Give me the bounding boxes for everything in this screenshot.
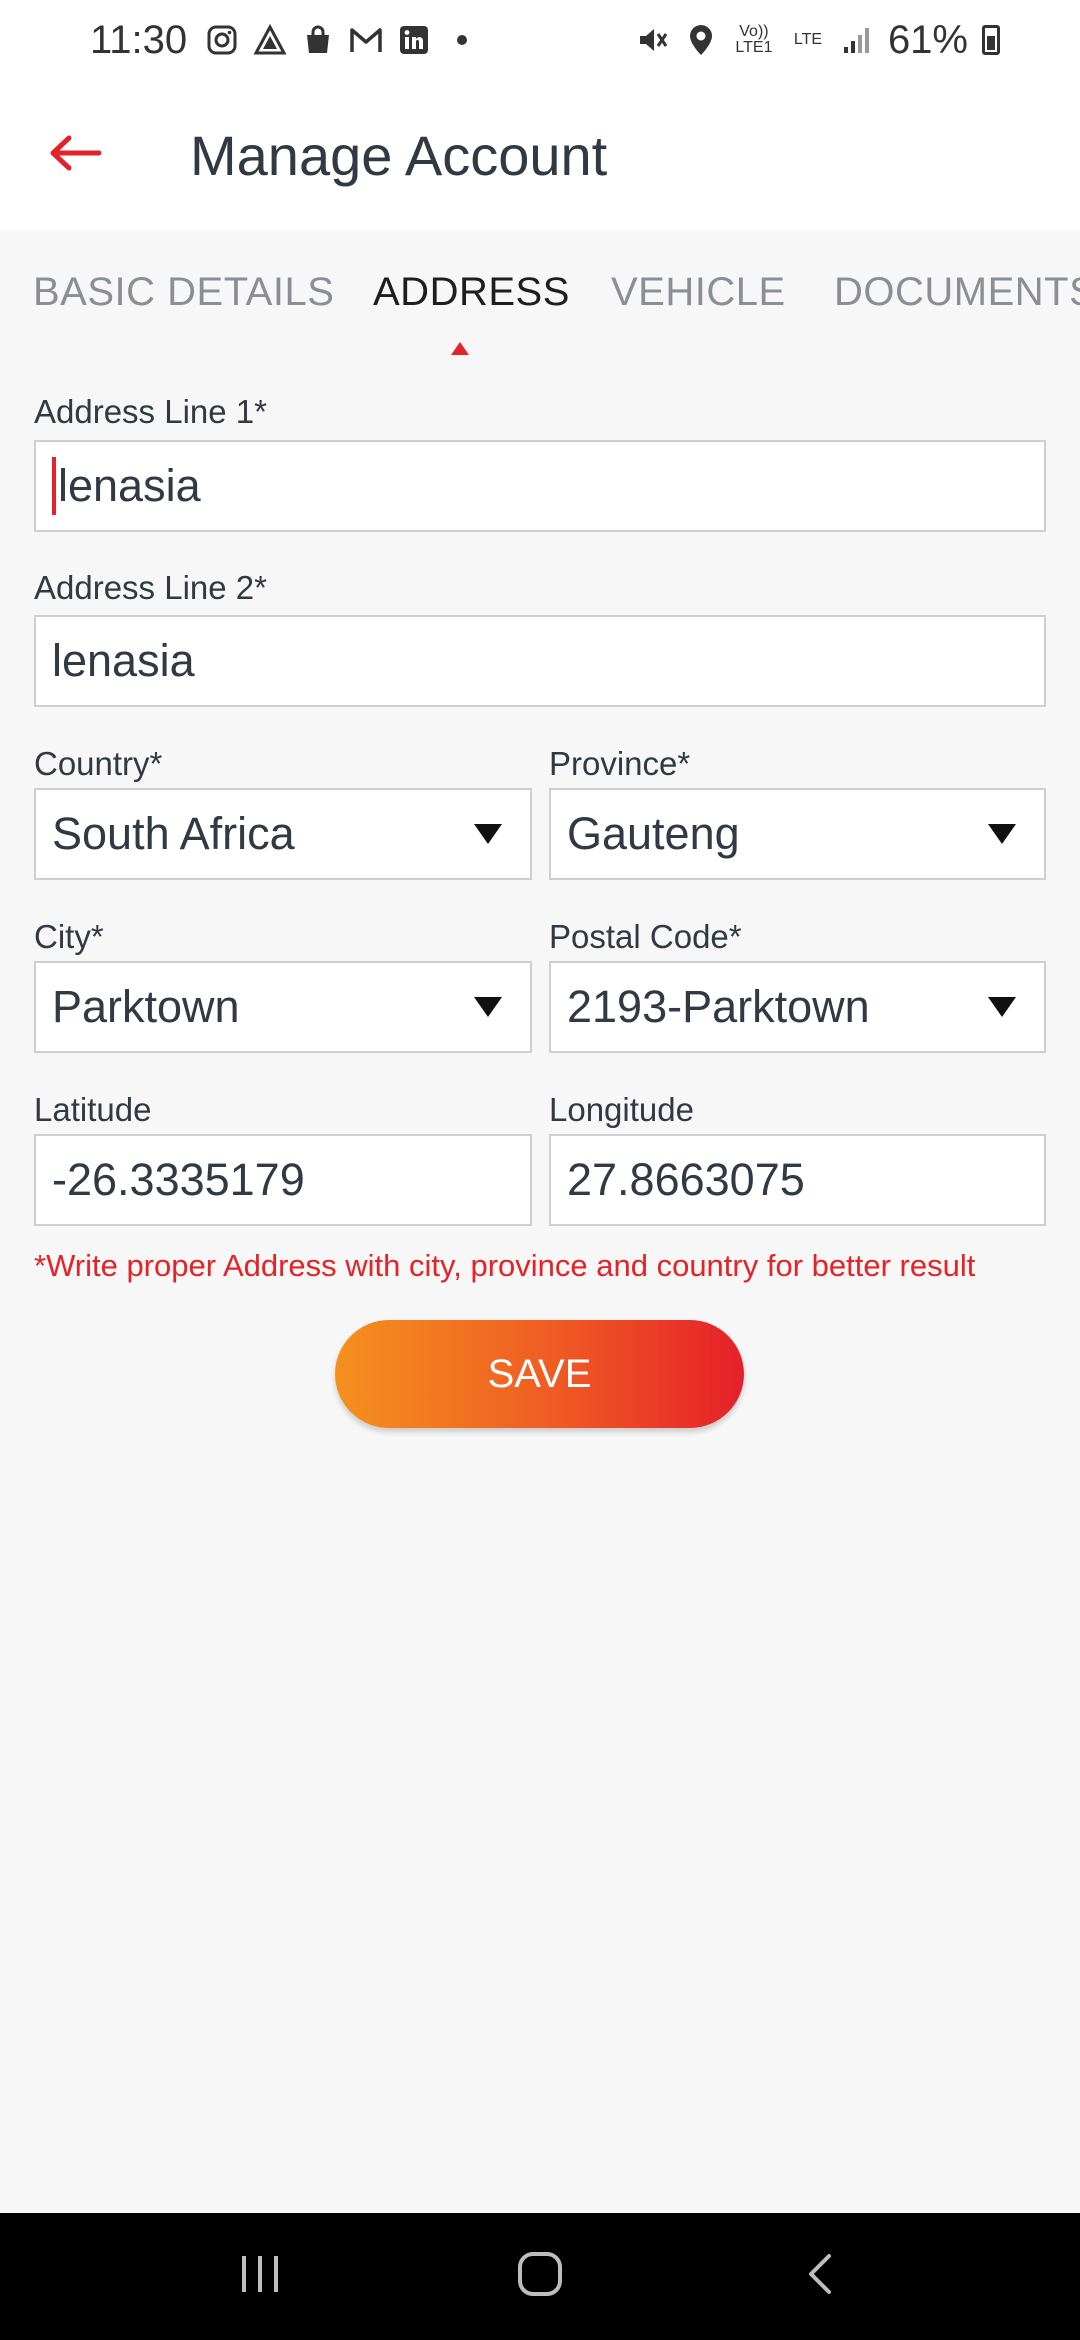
latitude-field[interactable] [34,1134,532,1226]
latitude-input[interactable] [52,1154,530,1206]
notification-icons [205,23,479,57]
instagram-icon [205,23,239,57]
gmail-icon [349,23,383,57]
longitude-field[interactable] [549,1134,1046,1226]
back-icon [805,2252,835,2301]
lte-icon: LTE [793,31,823,48]
tab-basic-details[interactable]: BASIC DETAILS [33,270,334,315]
province-value: Gauteng [567,808,740,859]
volte-icon: Vo)) LTE1 [735,23,773,56]
province-label: Province* [549,745,691,782]
dropdown-arrow-icon [988,824,1016,844]
city-label: City* [34,918,104,955]
location-icon [684,23,718,57]
postal-code-select[interactable]: 2193-Parktown [549,961,1046,1053]
address-line2-label: Address Line 2* [34,569,267,606]
active-tab-indicator [451,342,469,355]
dot-icon [445,23,479,57]
system-nav-bar [0,2213,1080,2340]
address-line1-input[interactable] [58,460,1044,512]
nav-back-button[interactable] [760,2227,880,2327]
arrow-left-icon [47,133,103,178]
app-bar: Manage Account [0,80,1080,230]
country-select[interactable]: South Africa [34,788,532,880]
address-hint: *Write proper Address with city, provinc… [34,1248,976,1283]
postal-code-value: 2193-Parktown [567,981,870,1032]
shopping-bag-icon [301,23,335,57]
latitude-label: Latitude [34,1091,152,1128]
system-icons: Vo)) LTE1 LTE 61% [636,18,1000,63]
battery-icon [982,25,1000,55]
tab-bar: BASIC DETAILS ADDRESS VEHICLE DOCUMENTS [0,230,1080,360]
battery-percent: 61% [887,17,968,62]
tab-vehicle[interactable]: VEHICLE [611,270,786,315]
linkedin-icon [397,23,431,57]
address-line1-field[interactable] [34,440,1046,532]
tab-documents[interactable]: DOCUMENTS [834,270,1080,315]
page-title: Manage Account [190,123,608,187]
longitude-input[interactable] [567,1154,1044,1206]
address-line2-field[interactable] [34,615,1046,707]
recent-apps-button[interactable] [200,2227,320,2327]
mute-icon [636,23,670,57]
address-line2-input[interactable] [52,635,1044,687]
status-bar: 11:30 Vo)) LTE1 LTE 61% [0,0,1080,80]
country-value: South Africa [52,808,295,859]
province-select[interactable]: Gauteng [549,788,1046,880]
country-label: Country* [34,745,163,782]
home-icon [516,2250,564,2303]
city-value: Parktown [52,981,240,1032]
status-time: 11:30 [90,17,188,62]
dropdown-arrow-icon [988,997,1016,1017]
address-line1-label: Address Line 1* [34,393,267,430]
save-button[interactable]: SAVE [335,1320,744,1428]
tab-address[interactable]: ADDRESS [373,270,570,315]
text-cursor [52,457,56,515]
dropdown-arrow-icon [474,997,502,1017]
longitude-label: Longitude [549,1091,694,1128]
home-button[interactable] [480,2227,600,2327]
dropdown-arrow-icon [474,824,502,844]
app-icon [253,23,287,57]
recent-apps-icon [238,2254,282,2299]
city-select[interactable]: Parktown [34,961,532,1053]
postal-code-label: Postal Code* [549,918,742,955]
back-button[interactable] [0,80,150,230]
signal-icon [840,23,874,57]
